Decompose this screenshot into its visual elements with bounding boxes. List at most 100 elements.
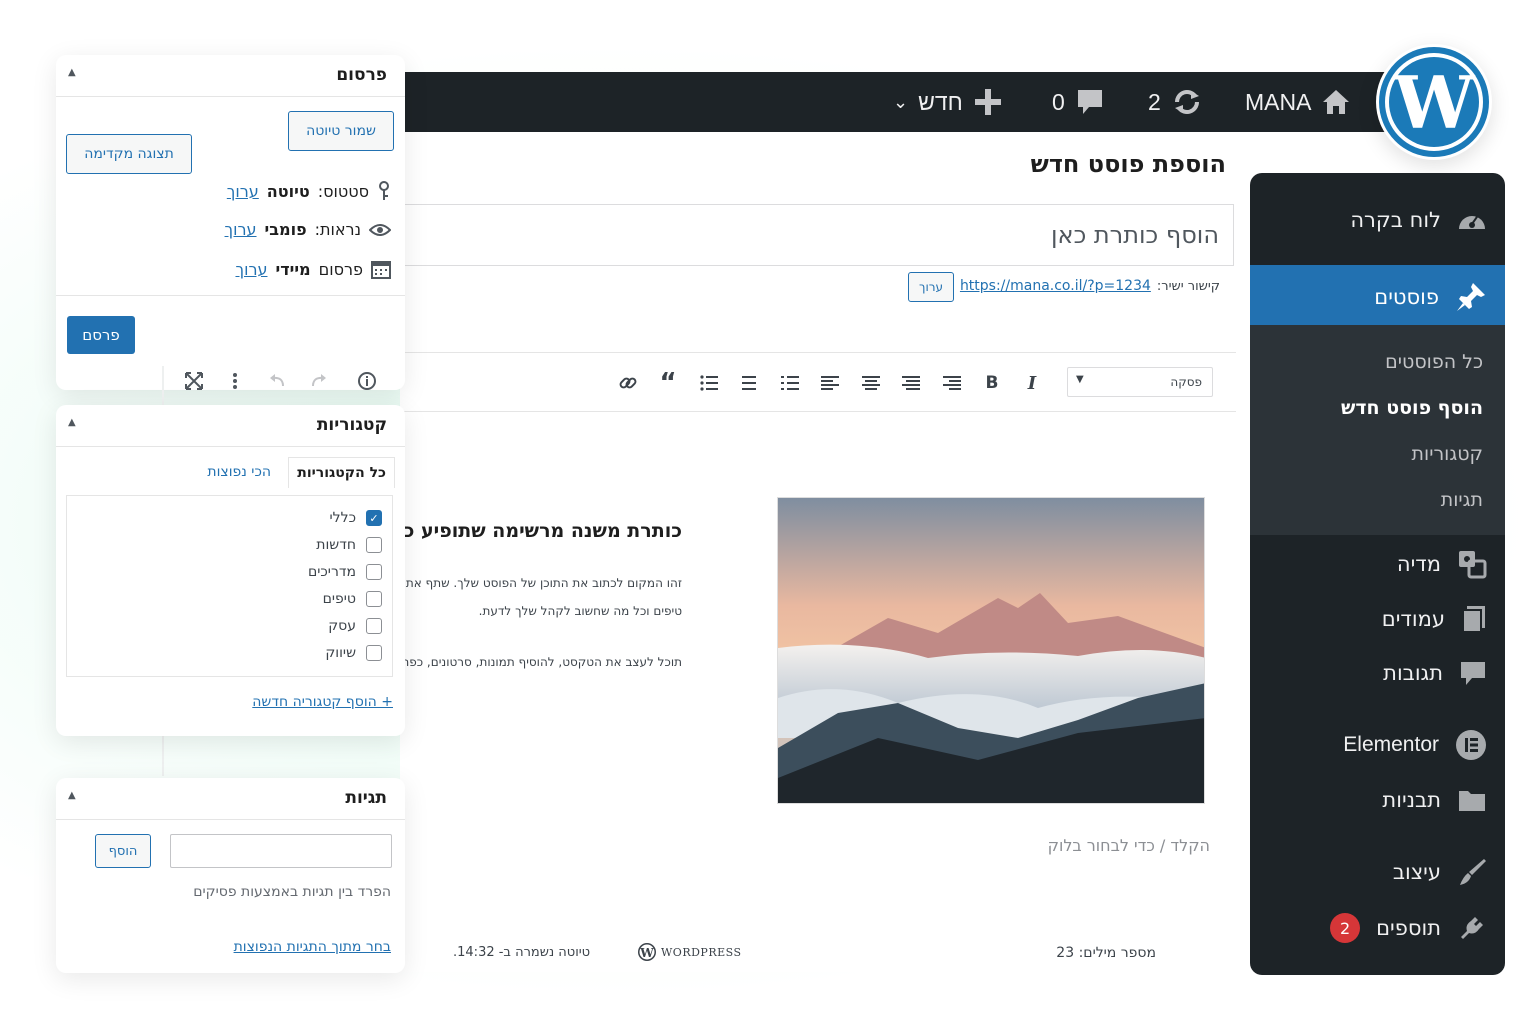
category-item[interactable]: שיווק: [325, 645, 382, 661]
new-label: חדש: [918, 88, 963, 115]
editor-status-bar: מספר מילים: 23 W WordPress טיוטה נשמרה ב…: [400, 942, 1236, 972]
category-item[interactable]: מדריכים: [308, 564, 382, 580]
sidebar-item-comments[interactable]: תגובות: [1383, 659, 1487, 687]
category-label: חדשות: [316, 537, 356, 553]
checkbox[interactable]: [366, 591, 382, 607]
publish-panel-header[interactable]: פרסום ▲: [56, 55, 405, 97]
collapse-caret-icon[interactable]: ▲: [68, 417, 76, 428]
sidebar-item-appearance[interactable]: עיצוב: [1393, 857, 1487, 887]
site-home-link[interactable]: MANA: [1245, 72, 1351, 132]
post-title-input[interactable]: הוסף כותרת כאן: [400, 204, 1234, 266]
wordpress-wordmark: W WordPress: [637, 942, 742, 962]
submenu-add-new-post[interactable]: הוסף פוסט חדש: [1341, 397, 1483, 419]
visibility-edit-link[interactable]: ערוך: [225, 220, 257, 239]
sidebar-item-media[interactable]: מדיה: [1397, 549, 1487, 579]
tags-panel-header[interactable]: תגיות ▲: [56, 778, 405, 820]
sidebar-item-plugins[interactable]: תוספים 2: [1330, 913, 1487, 943]
submenu-tags[interactable]: תגיות: [1441, 489, 1483, 511]
align-center-icon[interactable]: [859, 371, 883, 395]
list-icon[interactable]: [737, 371, 761, 395]
category-item[interactable]: עסק: [328, 618, 382, 634]
content-paragraph-line[interactable]: זהו המקום לכתוב את התוכן של הפוסט שלך. ש…: [400, 576, 682, 590]
category-item[interactable]: ✓ כללי: [330, 510, 382, 526]
choose-popular-tags-link[interactable]: בחר מתוך התגיות הנפוצות: [234, 939, 391, 955]
key-icon: [379, 181, 389, 200]
content-paragraph-line[interactable]: תוכל לעצב את הטקסט, להוסיף תמונות, סרטונ…: [400, 655, 682, 669]
tab-all-categories[interactable]: כל הקטגוריות: [288, 457, 395, 488]
checkbox[interactable]: [366, 564, 382, 580]
editor-secondary-tools: [163, 366, 401, 396]
post-editor: הוספת פוסט חדש הוסף כותרת כאן קישור ישיר…: [400, 132, 1280, 972]
submenu-categories[interactable]: קטגוריות: [1412, 443, 1483, 465]
collapse-caret-icon[interactable]: ▲: [68, 67, 76, 78]
checkbox-checked[interactable]: ✓: [366, 510, 382, 526]
content-paragraph-line[interactable]: טיפים וכל מה שחשוב לקהל שלך לדעת.: [400, 604, 682, 618]
checkbox[interactable]: [366, 618, 382, 634]
visibility-label: נראות:: [314, 220, 361, 239]
collapse-caret-icon[interactable]: ▲: [68, 790, 76, 801]
sidebar-item-label: Elementor: [1343, 733, 1439, 756]
category-item[interactable]: טיפים: [323, 591, 382, 607]
updates-link[interactable]: 2: [1148, 72, 1203, 132]
sidebar-item-dashboard[interactable]: לוח בקרה: [1350, 207, 1487, 233]
status-row: סטטוס: טיוטה ערוך: [227, 181, 391, 201]
more-options-icon[interactable]: [223, 369, 247, 393]
schedule-label: פרסום: [318, 259, 363, 279]
post-title-placeholder: הוסף כותרת כאן: [1051, 221, 1219, 249]
preview-button[interactable]: תצוגה מקדימה: [66, 134, 192, 174]
redo-icon[interactable]: [307, 369, 331, 393]
add-new-category-link[interactable]: + הוסף קטגוריה חדשה: [252, 694, 393, 710]
category-label: שיווק: [325, 645, 356, 661]
bold-icon[interactable]: B: [980, 371, 1004, 395]
fullscreen-icon[interactable]: [182, 369, 206, 393]
content-subheading[interactable]: כותרת משנה מרשימה שתופיע כאן: [400, 520, 682, 542]
category-label: מדריכים: [307, 564, 356, 580]
align-right-icon[interactable]: [940, 371, 964, 395]
tags-panel: תגיות ▲ הוסף הפרד בין תגיות באמצעות פסיק…: [56, 778, 405, 973]
info-icon[interactable]: [355, 369, 379, 393]
sidebar-item-label: מדיה: [1396, 552, 1441, 576]
undo-icon[interactable]: [265, 369, 289, 393]
tag-input[interactable]: [170, 834, 392, 868]
sidebar-item-label: פוסטים: [1374, 285, 1439, 309]
draft-saved-status: טיוטה נשמרה ב- 14:32.: [453, 945, 591, 960]
tags-panel-title: תגיות: [345, 788, 387, 808]
comments-link[interactable]: 0: [1052, 72, 1105, 132]
dropdown-arrow-icon: ▼: [1076, 374, 1084, 385]
quote-icon[interactable]: “: [656, 370, 680, 396]
divider: [56, 295, 405, 296]
align-justify-icon[interactable]: [899, 371, 923, 395]
italic-icon[interactable]: I: [1020, 371, 1044, 395]
submenu-all-posts[interactable]: כל הפוסטים: [1385, 351, 1483, 373]
checkbox[interactable]: [366, 645, 382, 661]
paragraph-select[interactable]: פסקה ▼: [1067, 367, 1213, 397]
permalink-url[interactable]: https://mana.co.il/?p=1234: [960, 278, 1151, 294]
align-left-icon[interactable]: [818, 371, 842, 395]
schedule-edit-link[interactable]: ערוך: [235, 260, 267, 279]
category-item[interactable]: חדשות: [316, 537, 382, 553]
link-icon[interactable]: [616, 371, 640, 395]
wordpress-logo[interactable]: W: [1376, 44, 1492, 160]
save-draft-button[interactable]: שמור טיוטה: [288, 111, 394, 151]
status-edit-link[interactable]: ערוך: [227, 182, 259, 201]
categories-panel-header[interactable]: קטגוריות ▲: [56, 405, 405, 447]
sidebar-item-elementor[interactable]: Elementor: [1343, 729, 1487, 761]
numbered-list-icon[interactable]: [778, 371, 802, 395]
add-tag-button[interactable]: הוסף: [95, 834, 151, 868]
featured-image-mountains[interactable]: [777, 497, 1205, 804]
block-placeholder[interactable]: הקלד / כדי לבחור בלוק: [1048, 836, 1210, 855]
permalink-row: קישור ישיר: https://mana.co.il/?p=1234: [960, 278, 1220, 294]
permalink-edit-button[interactable]: ערוך: [908, 272, 954, 302]
new-content-menu[interactable]: ⌄ חדש: [893, 72, 1003, 132]
sidebar-item-pages[interactable]: עמודים: [1382, 604, 1487, 634]
media-icon: [1459, 551, 1487, 579]
checkbox[interactable]: [366, 537, 382, 553]
tab-popular-categories[interactable]: הכי נפוצות: [207, 464, 271, 480]
sidebar-item-templates[interactable]: תבניות: [1382, 787, 1487, 813]
bullet-list-icon[interactable]: [697, 371, 721, 395]
publish-button[interactable]: פרסם: [67, 316, 135, 354]
schedule-row: פרסום מיידי ערוך: [235, 259, 391, 279]
admin-top-bar: MANA 2 0 ⌄ חדש: [400, 72, 1410, 132]
editor-toolbar: פסקה ▼ I B “: [400, 352, 1236, 412]
sidebar-item-posts[interactable]: פוסטים: [1374, 281, 1487, 313]
